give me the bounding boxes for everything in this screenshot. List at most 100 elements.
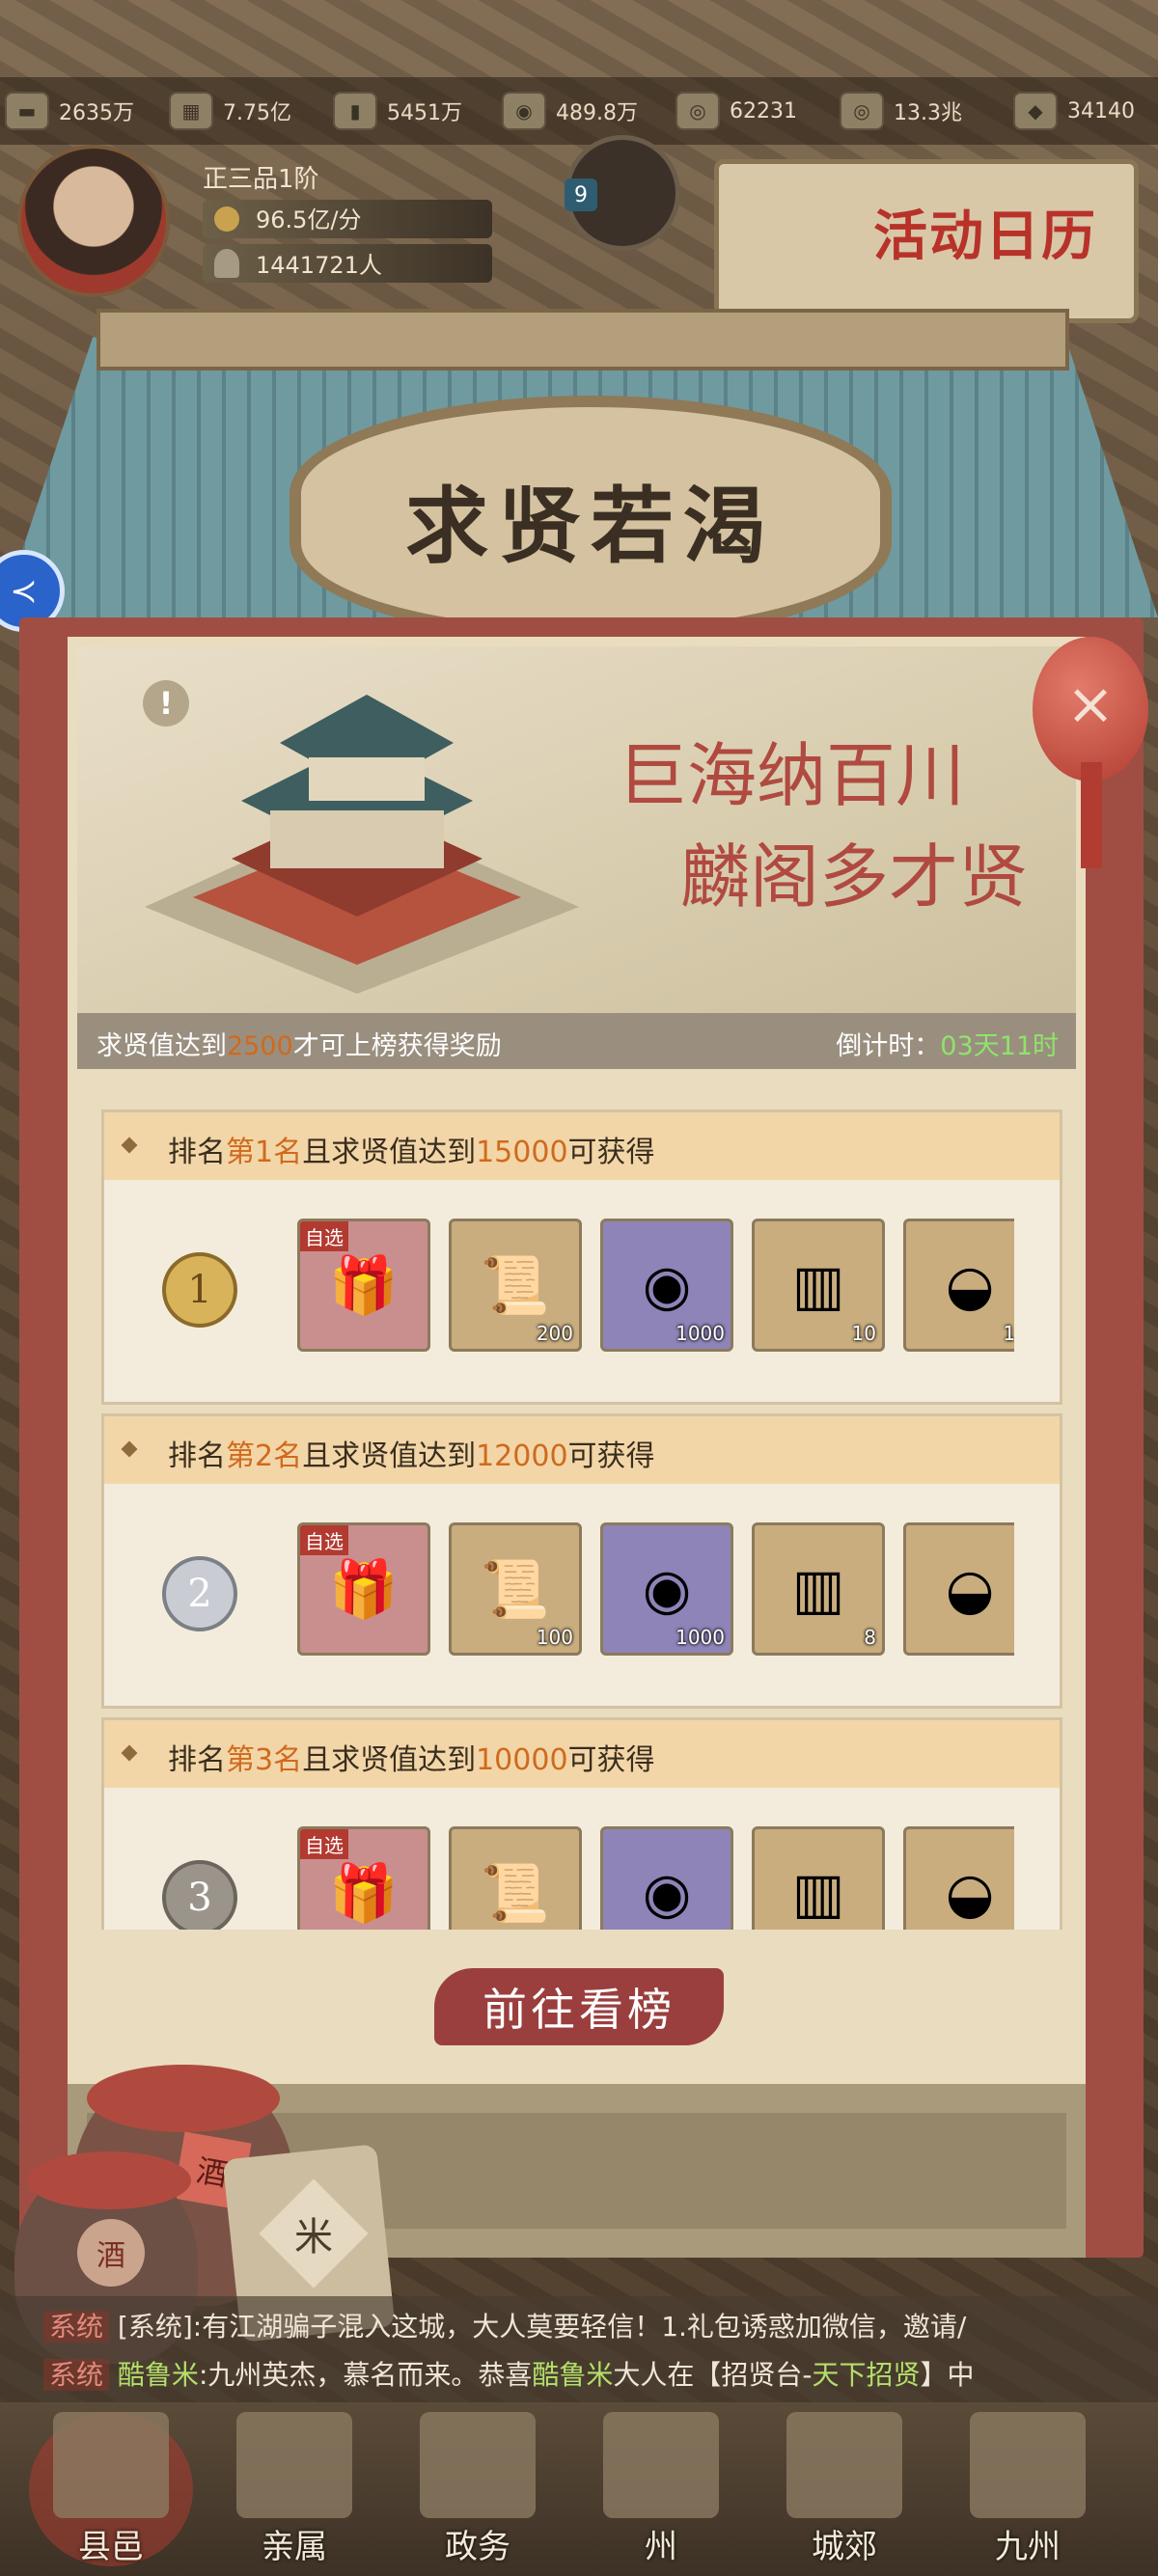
resource-value: 34140 xyxy=(1067,98,1135,123)
reward-quantity: 200 xyxy=(536,1322,573,1345)
reward-quantity: 1000 xyxy=(676,1322,725,1345)
scroll-reward[interactable]: 📜 100 xyxy=(449,1522,582,1656)
scroll-icon: 📜 xyxy=(480,1859,551,1926)
chat-text: [系统]:有江湖骗子混入这城，大人莫要轻信！1.礼包诱惑加微信，邀请/ xyxy=(117,2311,967,2343)
slogan-line-1: 巨海纳百川 xyxy=(618,735,966,816)
reward-items-row: 🎁自选📜100◉1000▥8◒8 xyxy=(104,1416,1014,1706)
nav-illustration-icon xyxy=(420,2412,536,2518)
wine-jar-lid xyxy=(87,2065,280,2132)
gold-coin-reward[interactable]: ◉1000 xyxy=(600,1522,733,1656)
countdown: 倒计时：03天11时 xyxy=(836,1031,1059,1061)
selectable-tag: 自选 xyxy=(300,1221,348,1251)
nav-state[interactable]: 州 xyxy=(589,2412,733,2566)
nav-affairs[interactable]: 政务 xyxy=(405,2412,550,2566)
system-tag: 系统 xyxy=(43,2359,110,2391)
notice-text: 求贤值达到2500才可上榜获得奖励 xyxy=(96,1031,502,1061)
scroll-reward[interactable]: 📜50 xyxy=(449,1826,582,1930)
player-population: 1441721人 xyxy=(256,252,382,279)
gold-coin-reward[interactable]: ◉1000 xyxy=(600,1219,733,1352)
reward-items-row: 🎁自选📜200◉1000▥10 ◒ 10 xyxy=(104,1112,1014,1402)
nav-label: 城郊 xyxy=(812,2528,877,2566)
nav-family[interactable]: 亲属 xyxy=(222,2412,367,2566)
roof-beam xyxy=(96,309,1069,370)
resource-item[interactable]: ▮ 5451万 xyxy=(333,77,462,145)
token-reward[interactable]: ▥ 10 xyxy=(752,1219,885,1352)
selectable-chest-reward[interactable]: 🎁 自选 xyxy=(297,1522,430,1656)
pavilion-illustration xyxy=(145,695,579,994)
nav-county[interactable]: 县邑 xyxy=(39,2412,183,2566)
resource-item[interactable]: ▦ 7.75亿 xyxy=(169,77,291,145)
reward-quantity: 1000 xyxy=(676,1626,725,1649)
selectable-tag: 自选 xyxy=(300,1525,348,1555)
reward-quantity: 10 xyxy=(1004,1322,1014,1345)
resource-item[interactable]: ▬ 2635万 xyxy=(5,77,134,145)
countdown-value: 03天11时 xyxy=(940,1031,1059,1061)
reward-items-row: 🎁自选📜50◉1000▥5◒4 xyxy=(104,1720,1014,1930)
event-title-plaque: 求贤若渴 xyxy=(290,396,892,641)
coin-event-badge: 9 xyxy=(565,178,597,211)
selectable-chest-reward[interactable]: 🎁 自选 xyxy=(297,1826,430,1930)
resource-item[interactable]: ◆ 34140 xyxy=(1013,77,1135,145)
copper-coin-icon: ◎ xyxy=(840,92,884,130)
resource-item[interactable]: ◎ 13.3兆 xyxy=(840,77,962,145)
slogan-line-2: 麟阁多才贤 xyxy=(680,836,1029,918)
chat-text: 大人在【招贤台- xyxy=(613,2359,813,2391)
lantern-tassel xyxy=(1081,762,1102,868)
system-tag: 系统 xyxy=(43,2311,110,2343)
close-icon[interactable]: × xyxy=(1062,675,1119,733)
silver-ingot-icon: ▬ xyxy=(5,92,49,130)
nav-nine-states[interactable]: 九州 xyxy=(955,2412,1100,2566)
small-wine-jar-lid xyxy=(27,2151,191,2209)
nav-illustration-icon xyxy=(786,2412,902,2518)
nav-suburbs[interactable]: 城郊 xyxy=(772,2412,917,2566)
silver-ingot-icon: ◒ xyxy=(945,1252,995,1318)
event-calendar-label: 活动日历 xyxy=(873,205,1097,268)
scroll-reward[interactable]: 📜 200 xyxy=(449,1219,582,1352)
chat-text: :九州英杰，慕名而来。恭喜 xyxy=(198,2359,533,2391)
resource-value: 489.8万 xyxy=(556,101,638,125)
chat-text: 】中 xyxy=(920,2359,975,2391)
info-icon[interactable]: ! xyxy=(143,680,189,726)
nav-illustration-icon xyxy=(603,2412,719,2518)
resource-value: 62231 xyxy=(730,98,797,123)
income-icon xyxy=(214,206,239,232)
silver-ingot-icon: ◒ xyxy=(945,1556,995,1622)
silver-ingot-reward[interactable]: ◒4 xyxy=(903,1826,1014,1930)
resource-bar: ▬ 2635万 ▦ 7.75亿 ▮ 5451万 ◉ 489.8万 ◎ 62231 ◎ 13.3兆 ◆ 34… xyxy=(0,77,1158,145)
chat-message[interactable]: 系统 酷鲁米:九州英杰，慕名而来。恭喜酷鲁米大人在【招贤台-天下招贤】中 xyxy=(43,2354,1134,2393)
rank-reward-card: 排名第2名且求贤值达到12000可获得2🎁自选📜100◉1000▥8◒8 xyxy=(101,1413,1062,1709)
player-avatar[interactable] xyxy=(17,145,170,297)
rank-reward-card: 排名第3名且求贤值达到10000可获得3🎁自选📜50◉1000▥5◒4 xyxy=(101,1717,1062,1930)
reward-quantity: 100 xyxy=(536,1626,573,1649)
resource-value: 13.3兆 xyxy=(894,101,962,125)
token-reward[interactable]: ▥5 xyxy=(752,1826,885,1930)
nav-label: 九州 xyxy=(995,2528,1061,2566)
gold-coin-icon: ◉ xyxy=(642,1860,692,1926)
reward-quantity: 8 xyxy=(864,1626,876,1649)
token-reward[interactable]: ▥ 8 xyxy=(752,1522,885,1656)
bronze-coin-icon: ◎ xyxy=(676,92,720,130)
player-rank: 正三品1阶 xyxy=(203,165,319,194)
nav-illustration-icon xyxy=(236,2412,352,2518)
token-icon: ▥ xyxy=(791,1860,845,1926)
chat-text: 酷鲁米 xyxy=(117,2359,199,2391)
event-calendar-button[interactable]: 活动日历 xyxy=(714,159,1139,323)
chat-text: 天下招贤 xyxy=(812,2359,921,2391)
soldier-icon: ▮ xyxy=(333,92,377,130)
resource-item[interactable]: ◎ 62231 xyxy=(676,77,797,145)
rank-list[interactable]: 排名第1名且求贤值达到15000可获得1🎁自选📜200◉1000▥10◒10排名… xyxy=(0,1061,1158,1930)
silver-ingot-reward[interactable]: ◒8 xyxy=(903,1522,1014,1656)
nav-label: 亲属 xyxy=(262,2528,327,2566)
view-leaderboard-button[interactable]: 前往看榜 xyxy=(434,1968,724,2045)
population-icon xyxy=(214,249,239,278)
nav-label: 县邑 xyxy=(78,2528,144,2566)
nav-label: 政务 xyxy=(445,2528,510,2566)
small-wine-jar-label: 酒 xyxy=(77,2219,145,2287)
gold-coin-reward[interactable]: ◉1000 xyxy=(600,1826,733,1930)
chat-message[interactable]: 系统 [系统]:有江湖骗子混入这城，大人莫要轻信！1.礼包诱惑加微信，邀请/ xyxy=(43,2306,1134,2344)
chat-feed[interactable]: 系统 [系统]:有江湖骗子混入这城，大人莫要轻信！1.礼包诱惑加微信，邀请/系统… xyxy=(0,2296,1158,2402)
nav-illustration-icon xyxy=(970,2412,1086,2518)
resource-value: 7.75亿 xyxy=(223,101,291,125)
silver-ingot-reward[interactable]: ◒ 10 xyxy=(903,1219,1014,1352)
selectable-chest-reward[interactable]: 🎁 自选 xyxy=(297,1219,430,1352)
